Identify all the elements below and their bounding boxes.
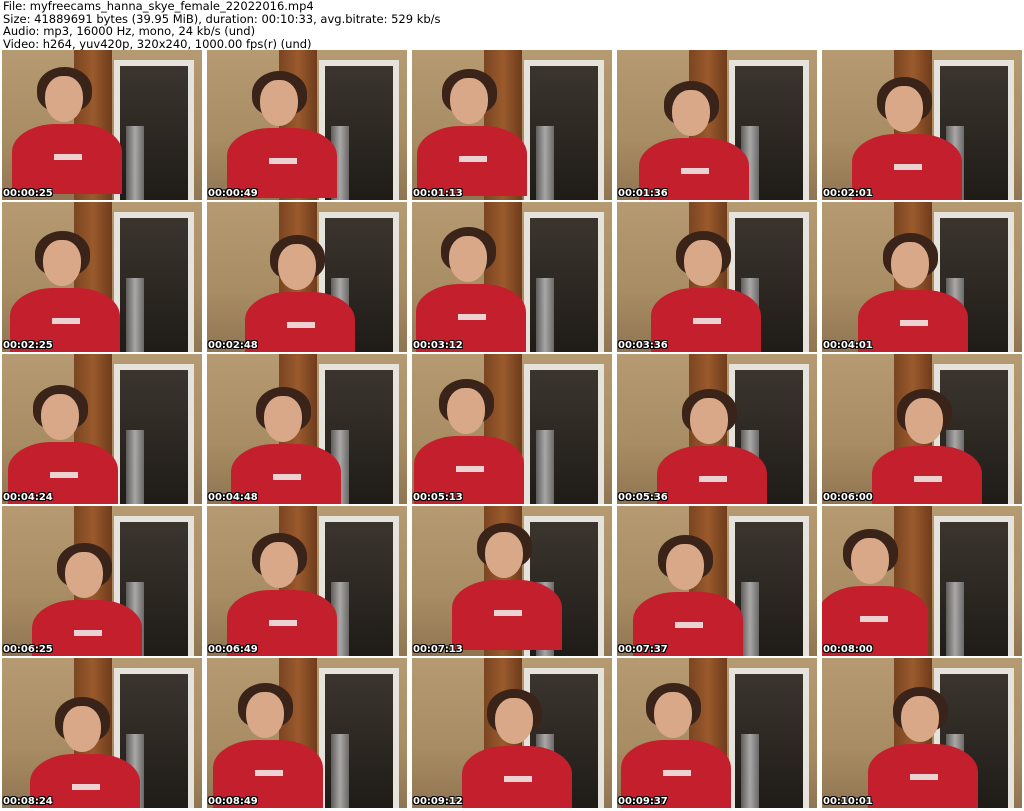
thumbnail-timestamp: 00:08:49 bbox=[208, 796, 258, 807]
person bbox=[822, 524, 928, 656]
video-thumbnail[interactable]: 00:03:36 bbox=[617, 202, 817, 352]
file-name: File: myfreecams_hanna_skye_female_22022… bbox=[3, 0, 314, 13]
video-thumbnail[interactable]: 00:01:36 bbox=[617, 50, 817, 200]
thumbnail-timestamp: 00:03:36 bbox=[618, 340, 668, 351]
thumbnail-timestamp: 00:04:01 bbox=[823, 340, 873, 351]
thumbnail-timestamp: 00:00:49 bbox=[208, 188, 258, 199]
video-thumbnail[interactable]: 00:04:48 bbox=[207, 354, 407, 504]
video-thumbnail[interactable]: 00:04:24 bbox=[2, 354, 202, 504]
video-thumbnail[interactable]: 00:08:24 bbox=[2, 658, 202, 808]
thumbnail-timestamp: 00:00:25 bbox=[3, 188, 53, 199]
video-thumbnail[interactable]: 00:09:37 bbox=[617, 658, 817, 808]
video-thumbnail[interactable]: 00:04:01 bbox=[822, 202, 1022, 352]
video-thumbnail[interactable]: 00:02:48 bbox=[207, 202, 407, 352]
video-thumbnail[interactable]: 00:01:13 bbox=[412, 50, 612, 200]
thumbnail-timestamp: 00:07:37 bbox=[618, 644, 668, 655]
video-thumbnail[interactable]: 00:08:00 bbox=[822, 506, 1022, 656]
doorway bbox=[114, 212, 194, 352]
thumbnail-timestamp: 00:06:25 bbox=[3, 644, 53, 655]
thumbnail-timestamp: 00:07:13 bbox=[413, 644, 463, 655]
thumbnail-timestamp: 00:02:01 bbox=[823, 188, 873, 199]
video-thumbnail[interactable]: 00:08:49 bbox=[207, 658, 407, 808]
video-thumbnail[interactable]: 00:00:25 bbox=[2, 50, 202, 200]
person bbox=[231, 382, 341, 504]
video-thumbnail[interactable]: 00:06:00 bbox=[822, 354, 1022, 504]
thumbnail-timestamp: 00:05:36 bbox=[618, 492, 668, 503]
audio-info: Audio: mp3, 16000 Hz, mono, 24 kb/s (und… bbox=[3, 24, 256, 38]
thumbnail-timestamp: 00:08:00 bbox=[823, 644, 873, 655]
video-thumbnail[interactable]: 00:05:36 bbox=[617, 354, 817, 504]
doorway bbox=[114, 60, 194, 200]
video-thumbnail[interactable]: 00:06:25 bbox=[2, 506, 202, 656]
thumbnail-timestamp: 00:09:12 bbox=[413, 796, 463, 807]
thumbnail-timestamp: 00:03:12 bbox=[413, 340, 463, 351]
person bbox=[227, 528, 337, 656]
person bbox=[852, 72, 962, 200]
person bbox=[12, 62, 122, 194]
doorway bbox=[524, 364, 604, 504]
person bbox=[872, 384, 982, 504]
person bbox=[10, 226, 120, 352]
video-thumbnail[interactable]: 00:07:13 bbox=[412, 506, 612, 656]
doorway bbox=[114, 364, 194, 504]
video-thumbnail[interactable]: 00:05:13 bbox=[412, 354, 612, 504]
video-thumbnail[interactable]: 00:02:25 bbox=[2, 202, 202, 352]
person bbox=[414, 374, 524, 504]
thumbnail-timestamp: 00:01:36 bbox=[618, 188, 668, 199]
person bbox=[868, 682, 978, 808]
person bbox=[651, 226, 761, 352]
thumbnail-timestamp: 00:06:00 bbox=[823, 492, 873, 503]
person bbox=[657, 384, 767, 504]
thumbnail-timestamp: 00:02:25 bbox=[3, 340, 53, 351]
person bbox=[8, 380, 118, 504]
person bbox=[639, 76, 749, 200]
video-thumbnail[interactable]: 00:10:01 bbox=[822, 658, 1022, 808]
thumbnail-timestamp: 00:01:13 bbox=[413, 188, 463, 199]
person bbox=[462, 684, 572, 808]
thumbnail-timestamp: 00:06:49 bbox=[208, 644, 258, 655]
video-thumbnail[interactable]: 00:07:37 bbox=[617, 506, 817, 656]
video-thumbnail[interactable]: 00:00:49 bbox=[207, 50, 407, 200]
person bbox=[245, 230, 355, 352]
thumbnail-timestamp: 00:02:48 bbox=[208, 340, 258, 351]
person bbox=[417, 64, 527, 196]
person bbox=[416, 222, 526, 352]
person bbox=[213, 678, 323, 808]
doorway bbox=[524, 60, 604, 200]
person bbox=[621, 678, 731, 808]
thumbnail-timestamp: 00:04:24 bbox=[3, 492, 53, 503]
file-info-header: File: myfreecams_hanna_skye_female_22022… bbox=[3, 0, 1021, 50]
video-thumbnail[interactable]: 00:09:12 bbox=[412, 658, 612, 808]
thumbnail-grid: 00:00:25 00:00:49 00:01:13 00:01:36 00:02:01… bbox=[2, 50, 1022, 808]
video-thumbnail[interactable]: 00:03:12 bbox=[412, 202, 612, 352]
thumbnail-timestamp: 00:04:48 bbox=[208, 492, 258, 503]
person bbox=[633, 530, 743, 656]
doorway bbox=[524, 212, 604, 352]
thumbnail-timestamp: 00:09:37 bbox=[618, 796, 668, 807]
person bbox=[858, 228, 968, 352]
person bbox=[227, 66, 337, 198]
doorway bbox=[934, 516, 1014, 656]
person bbox=[452, 518, 562, 650]
video-thumbnail[interactable]: 00:06:49 bbox=[207, 506, 407, 656]
thumbnail-timestamp: 00:08:24 bbox=[3, 796, 53, 807]
person bbox=[32, 538, 142, 656]
person bbox=[30, 692, 140, 808]
doorway bbox=[319, 668, 399, 808]
video-thumbnail[interactable]: 00:02:01 bbox=[822, 50, 1022, 200]
thumbnail-timestamp: 00:10:01 bbox=[823, 796, 873, 807]
video-info: Video: h264, yuv420p, 320x240, 1000.00 f… bbox=[3, 36, 312, 51]
thumbnail-timestamp: 00:05:13 bbox=[413, 492, 463, 503]
doorway bbox=[729, 668, 809, 808]
